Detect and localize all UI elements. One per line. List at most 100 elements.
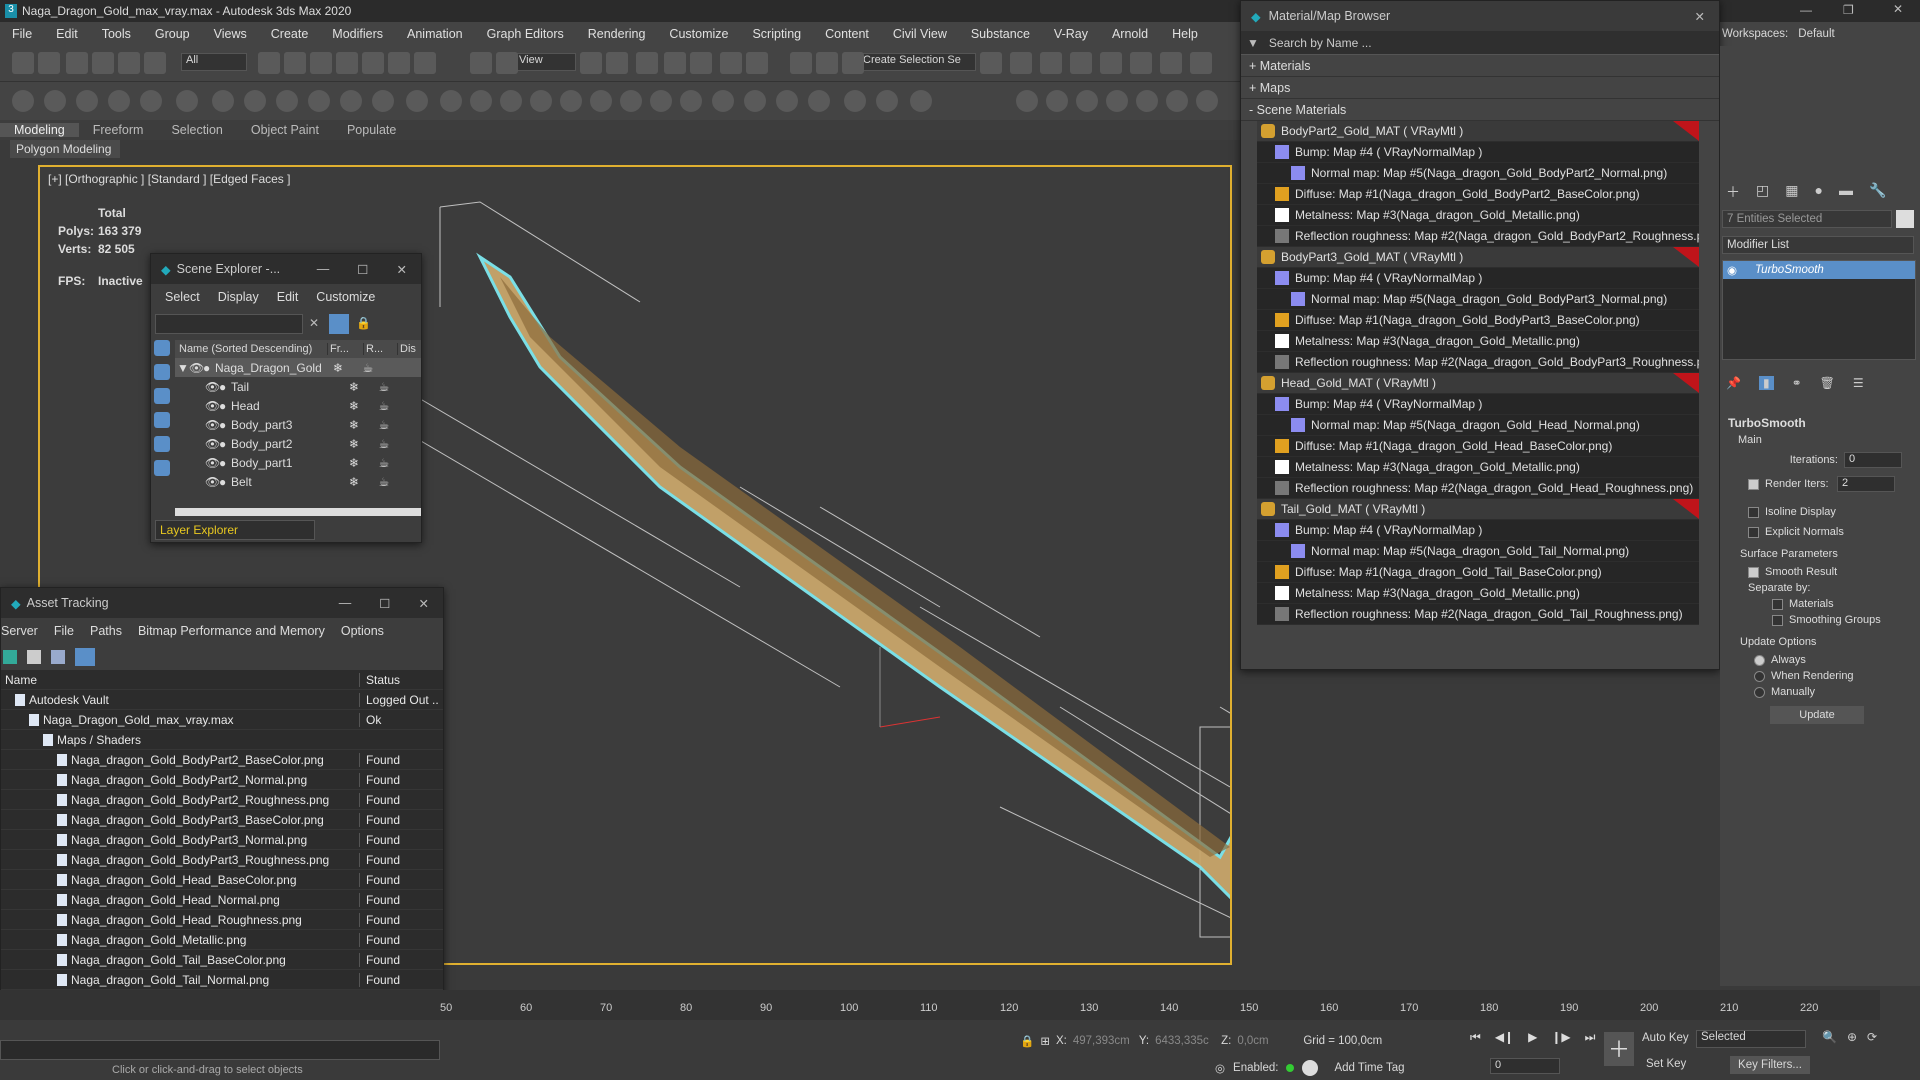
menu-views[interactable]: Views [202,27,259,41]
materials-checkbox[interactable] [1772,598,1783,610]
menu-content[interactable]: Content [813,27,881,41]
menu-group[interactable]: Group [143,27,202,41]
toolbar-tool-icon[interactable] [1130,52,1152,74]
toolbar-tool-icon[interactable] [712,90,734,112]
current-frame-field[interactable]: 0 [1490,1058,1560,1074]
menu-civil-view[interactable]: Civil View [881,27,959,41]
toolbar-tool-icon[interactable] [808,90,830,112]
spacewarp-filter-icon[interactable] [154,460,170,476]
rollout-title[interactable]: TurboSmooth [1724,416,1916,434]
scene-explorer-scrollbar[interactable] [175,508,421,516]
map-row[interactable]: Normal map: Map #5(Naga_dragon_Gold_Body… [1257,289,1699,310]
col-render-header[interactable]: R... [363,343,397,355]
toolbar-tool-icon[interactable] [1010,52,1032,74]
object-color-swatch[interactable] [1896,210,1914,228]
map-row[interactable]: Diffuse: Map #1(Naga_dragon_Gold_BodyPar… [1257,184,1699,205]
map-row[interactable]: Bump: Map #4 ( VRayNormalMap ) [1257,142,1699,163]
toolbar-tool-icon[interactable] [340,90,362,112]
auto-key-button[interactable]: Auto Key [1642,1032,1689,1044]
visibility-eye-icon[interactable]: 👁 [205,380,220,394]
timeline[interactable]: 50 60 70 80 90 100 110 120 130 140 150 160 170 180 190… [0,990,1880,1020]
menu-file[interactable]: File [0,27,44,41]
render-iters-spinner[interactable]: 2 [1837,476,1895,492]
geometry-filter-icon[interactable] [154,364,170,380]
menu-graph-editors[interactable]: Graph Editors [475,27,576,41]
map-row[interactable]: Reflection roughness: Map #2(Naga_dragon… [1257,478,1699,499]
ribbon-tab-populate[interactable]: Populate [333,123,410,137]
visibility-eye-icon[interactable]: 👁 [205,399,220,413]
menu-v-ray[interactable]: V-Ray [1042,27,1100,41]
toolbar-tool-icon[interactable] [258,52,280,74]
freeze-icon[interactable]: ❄ [339,418,369,432]
visibility-eye-icon[interactable]: 👁 [205,456,220,470]
x-field[interactable]: 497,393cm [1073,1035,1133,1047]
minimize-icon[interactable]: — [317,262,330,277]
render-teapot-icon[interactable]: ☕ [369,380,399,394]
toolbar-tool-icon[interactable] [842,52,864,74]
menu-edit[interactable]: Edit [44,27,90,41]
asset-row[interactable]: Naga_dragon_Gold_Metallic.png Found [1,930,443,950]
lock-selection-icon[interactable]: 🔒 [1020,1034,1034,1048]
toolbar-tool-icon[interactable] [76,90,98,112]
menu-tools[interactable]: Tools [90,27,143,41]
asset-row[interactable]: Autodesk Vault Logged Out ... [1,690,443,710]
material-row[interactable]: BodyPart3_Gold_MAT ( VRayMtl ) [1257,247,1699,268]
expand-arrow-icon[interactable]: ▼ [177,361,189,375]
material-row[interactable]: BodyPart2_Gold_MAT ( VRayMtl ) [1257,121,1699,142]
close-icon[interactable]: ✕ [419,596,429,611]
material-browser-section[interactable]: + Materials [1241,55,1719,77]
clear-search-icon[interactable]: ✕ [309,316,319,330]
go-to-start-icon[interactable]: ⏮ [1470,1030,1481,1045]
toolbar-tool-icon[interactable] [1070,52,1092,74]
freeze-icon[interactable]: ❄ [339,380,369,394]
toolbar-tool-icon[interactable] [1166,90,1188,112]
toolbar-tool-icon[interactable] [1160,52,1182,74]
toolbar-tool-icon[interactable] [118,52,140,74]
y-field[interactable]: 6433,335c [1155,1035,1215,1047]
display-tab-icon[interactable]: ▬ [1839,182,1853,202]
toolbar-tool-icon[interactable] [496,52,518,74]
se-menu-customize[interactable]: Customize [316,290,375,304]
toolbar-tool-icon[interactable] [212,90,234,112]
tree-view-icon[interactable] [51,650,65,664]
map-row[interactable]: Reflection roughness: Map #2(Naga_dragon… [1257,352,1699,373]
map-row[interactable]: Reflection roughness: Map #2(Naga_dragon… [1257,604,1699,625]
map-row[interactable]: Normal map: Map #5(Naga_dragon_Gold_Tail… [1257,541,1699,562]
map-row[interactable]: Metalness: Map #3(Naga_dragon_Gold_Metal… [1257,205,1699,226]
make-unique-icon[interactable]: ⚭ [1792,376,1802,390]
toolbar-tool-icon[interactable] [720,52,742,74]
asset-row[interactable]: Naga_dragon_Gold_BodyPart2_Normal.png Fou… [1,770,443,790]
material-browser-section[interactable]: + Maps [1241,77,1719,99]
at-menu-options[interactable]: Options [341,624,384,638]
toolbar-tool-icon[interactable] [776,90,798,112]
object-filter-icon[interactable] [154,340,170,356]
maximize-icon[interactable]: ☐ [379,596,390,611]
next-frame-icon[interactable]: ❙▶ [1551,1030,1570,1045]
se-menu-edit[interactable]: Edit [277,290,299,304]
table-view-icon[interactable] [75,648,95,666]
freeze-icon[interactable]: ❄ [339,456,369,470]
at-menu-bitmap-performance-and-memory[interactable]: Bitmap Performance and Memory [138,624,325,638]
toolbar-tool-icon[interactable] [746,52,768,74]
map-row[interactable]: Bump: Map #4 ( VRayNormalMap ) [1257,394,1699,415]
refresh-icon[interactable] [3,650,17,664]
asset-row[interactable]: Naga_dragon_Gold_Head_BaseColor.png Found [1,870,443,890]
toolbar-tool-icon[interactable] [176,90,198,112]
toolbar-tool-icon[interactable] [336,52,358,74]
menu-create[interactable]: Create [259,27,321,41]
menu-substance[interactable]: Substance [959,27,1042,41]
toolbar-tool-icon[interactable] [790,52,812,74]
toolbar-tool-icon[interactable] [470,52,492,74]
toolbar-tool-icon[interactable] [12,52,34,74]
always-radio[interactable] [1754,654,1765,666]
map-row[interactable]: Reflection roughness: Map #2(Naga_dragon… [1257,226,1699,247]
render-teapot-icon[interactable]: ☕ [369,437,399,451]
material-search-input[interactable]: Search by Name ... [1269,36,1372,50]
toolbar-tool-icon[interactable] [140,90,162,112]
toolbar-tool-icon[interactable] [744,90,766,112]
maximize-icon[interactable]: ☐ [357,262,368,277]
freeze-icon[interactable]: ❄ [339,399,369,413]
render-teapot-icon[interactable]: ☕ [369,456,399,470]
isoline-display-checkbox[interactable] [1748,506,1759,518]
selection-set-dropdown[interactable]: Create Selection Se [858,53,976,71]
